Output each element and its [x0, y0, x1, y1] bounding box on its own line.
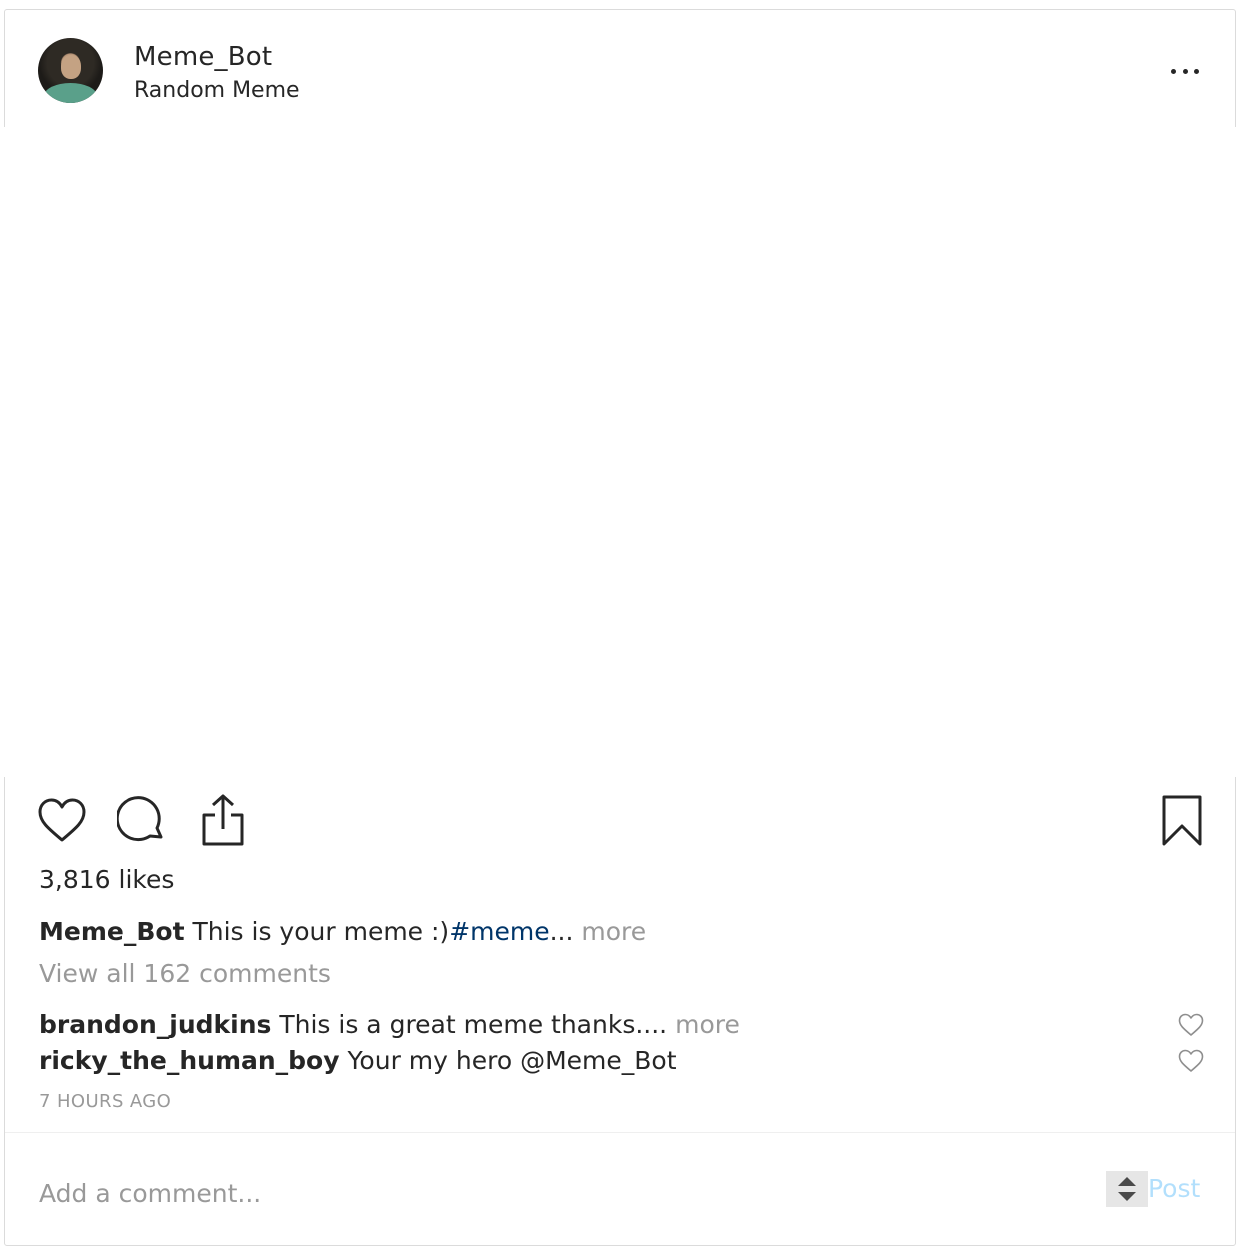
post-card: Meme_Bot Random Meme 3,816 likes Meme_Bo…: [4, 9, 1236, 1246]
post-timestamp[interactable]: 7 HOURS AGO: [39, 1091, 171, 1112]
bookmark-icon[interactable]: [1160, 794, 1204, 848]
caption-more-link[interactable]: more: [581, 917, 646, 946]
divider: [5, 1132, 1235, 1133]
comment-like-heart-icon[interactable]: [1178, 1049, 1204, 1073]
post-caption: Meme_Bot This is your meme :)#meme... mo…: [39, 917, 646, 946]
post-location[interactable]: Random Meme: [134, 78, 300, 103]
caption-text: This is your meme :): [184, 917, 450, 946]
add-comment-input[interactable]: [39, 1175, 1099, 1211]
comment-text: This is a great meme thanks....: [271, 1010, 668, 1039]
likes-count[interactable]: 3,816 likes: [39, 865, 174, 894]
comment-username[interactable]: ricky_the_human_boy: [39, 1046, 340, 1075]
caption-username[interactable]: Meme_Bot: [39, 917, 185, 946]
spinner-down-icon[interactable]: [1118, 1192, 1136, 1201]
post-header: Meme_Bot Random Meme: [5, 10, 1235, 128]
spinner-up-icon[interactable]: [1118, 1177, 1136, 1186]
view-all-comments-link[interactable]: View all 162 comments: [39, 959, 331, 988]
more-options-icon[interactable]: [1165, 60, 1205, 82]
post-username[interactable]: Meme_Bot: [134, 42, 272, 72]
caption-ellipsis: ...: [549, 917, 574, 946]
comment-more-link[interactable]: more: [675, 1010, 740, 1039]
comment-username[interactable]: brandon_judkins: [39, 1010, 271, 1039]
post-comment-button[interactable]: Post: [1148, 1174, 1200, 1203]
share-icon[interactable]: [198, 793, 248, 847]
comment-text: Your my hero @Meme_Bot: [339, 1046, 677, 1075]
comment-icon[interactable]: [115, 796, 167, 846]
spinner-control[interactable]: [1106, 1171, 1148, 1207]
caption-hashtag[interactable]: #meme: [449, 917, 549, 946]
avatar[interactable]: [38, 38, 103, 103]
comment-row: ricky_the_human_boy Your my hero @Meme_B…: [39, 1046, 677, 1075]
post-image[interactable]: [4, 127, 1236, 777]
comment-row: brandon_judkins This is a great meme tha…: [39, 1010, 740, 1039]
heart-icon[interactable]: [37, 796, 87, 846]
comment-like-heart-icon[interactable]: [1178, 1013, 1204, 1037]
